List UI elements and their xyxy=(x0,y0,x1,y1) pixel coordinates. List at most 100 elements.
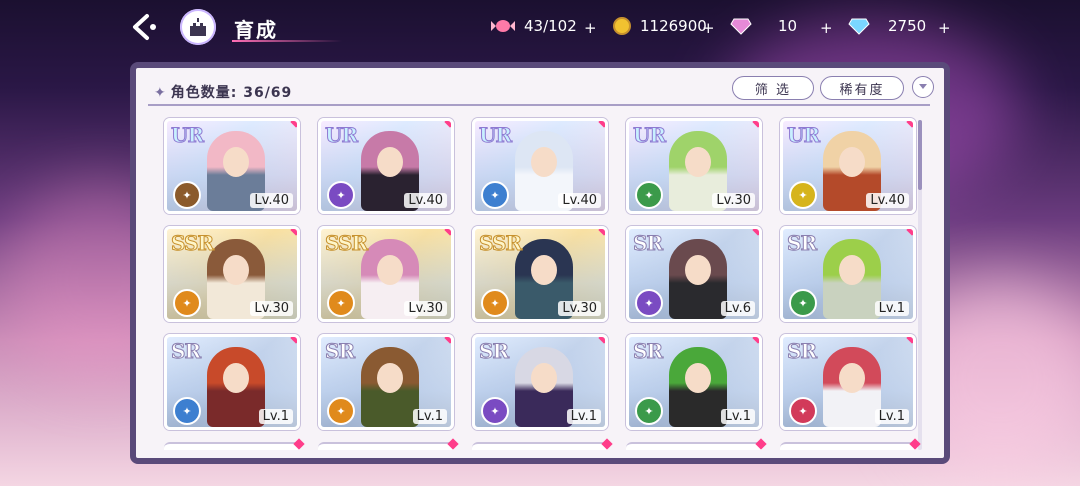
rarity-badge: SR xyxy=(324,339,355,364)
level-label: Lv.6 xyxy=(720,301,755,316)
character-face xyxy=(377,147,403,177)
resource-gold: 1126900 xyxy=(612,14,707,38)
character-card[interactable]: SR ✦ Lv.1 xyxy=(780,226,916,322)
filter-button[interactable]: 筛 选 xyxy=(732,76,814,100)
rarity-badge: SR xyxy=(786,339,817,364)
attribute-icon: ✦ xyxy=(635,181,663,209)
candy-add-button[interactable]: + xyxy=(584,16,597,40)
character-card[interactable]: UR ✦ Lv.40 xyxy=(318,118,454,214)
character-card-partial[interactable] xyxy=(626,438,767,450)
character-card-partial[interactable] xyxy=(318,438,459,450)
pink-diamond-icon xyxy=(730,18,752,35)
title-underline xyxy=(232,40,342,42)
blue-diamond-icon xyxy=(848,18,870,35)
rarity-badge: SSR xyxy=(170,231,214,256)
level-label: Lv.30 xyxy=(712,193,755,208)
character-card[interactable]: SR ✦ Lv.1 xyxy=(318,334,454,430)
level-label: Lv.30 xyxy=(404,301,447,316)
character-card[interactable]: SSR ✦ Lv.30 xyxy=(164,226,300,322)
attribute-icon: ✦ xyxy=(173,181,201,209)
character-card[interactable]: SR ✦ Lv.1 xyxy=(164,334,300,430)
character-card-partial[interactable] xyxy=(164,438,305,450)
pink-gem-marker-icon xyxy=(755,438,767,450)
pink-diamond-add-button[interactable]: + xyxy=(820,16,833,40)
candy-value: 43/102 xyxy=(524,17,577,35)
level-label: Lv.1 xyxy=(412,409,447,424)
character-count-label: ✦ 角色数量: 36/69 xyxy=(154,82,292,102)
attribute-icon: ✦ xyxy=(789,181,817,209)
rarity-badge: SSR xyxy=(324,231,368,256)
sort-order-button[interactable] xyxy=(912,76,934,98)
panel-header: ✦ 角色数量: 36/69 筛 选 稀有度 xyxy=(136,68,944,108)
rarity-badge: SR xyxy=(170,339,201,364)
character-card[interactable]: UR ✦ Lv.30 xyxy=(626,118,762,214)
rarity-sort-button[interactable]: 稀有度 xyxy=(820,76,904,100)
sparkle-icon: ✦ xyxy=(154,85,167,101)
level-label: Lv.40 xyxy=(250,193,293,208)
gold-add-button[interactable]: + xyxy=(702,16,715,40)
character-face xyxy=(839,255,865,285)
attribute-icon: ✦ xyxy=(481,181,509,209)
character-card[interactable]: UR ✦ Lv.40 xyxy=(164,118,300,214)
rarity-badge: UR xyxy=(632,123,666,148)
level-label: Lv.40 xyxy=(558,193,601,208)
level-label: Lv.40 xyxy=(866,193,909,208)
character-card[interactable]: SR ✦ Lv.1 xyxy=(780,334,916,430)
character-card[interactable]: SR ✦ Lv.1 xyxy=(472,334,608,430)
page-title: 育成 xyxy=(234,18,278,42)
pink-gem-marker-icon xyxy=(601,438,613,450)
character-card[interactable]: SSR ✦ Lv.30 xyxy=(318,226,454,322)
character-card-partial[interactable] xyxy=(472,438,613,450)
scroll-thumb[interactable] xyxy=(918,120,922,190)
pink-gem-marker-icon xyxy=(293,438,305,450)
home-button[interactable] xyxy=(180,9,216,45)
scrollbar[interactable] xyxy=(918,120,922,450)
character-card-partial[interactable] xyxy=(780,438,921,450)
level-label: Lv.1 xyxy=(566,409,601,424)
level-label: Lv.1 xyxy=(874,409,909,424)
level-label: Lv.40 xyxy=(404,193,447,208)
attribute-icon: ✦ xyxy=(635,397,663,425)
back-button[interactable] xyxy=(124,10,164,44)
character-face xyxy=(685,255,711,285)
chevron-down-icon xyxy=(919,84,927,89)
rarity-badge: UR xyxy=(786,123,820,148)
attribute-icon: ✦ xyxy=(481,397,509,425)
rarity-badge: UR xyxy=(478,123,512,148)
rarity-badge: SR xyxy=(478,339,509,364)
rarity-badge: SR xyxy=(786,231,817,256)
character-face xyxy=(685,363,711,393)
rarity-badge: SR xyxy=(632,339,663,364)
character-face xyxy=(377,363,403,393)
character-card[interactable]: SR ✦ Lv.1 xyxy=(626,334,762,430)
resource-blue-diamond: 2750 xyxy=(848,14,926,38)
resource-candy: 43/102 xyxy=(490,14,577,38)
character-card[interactable]: UR ✦ Lv.40 xyxy=(780,118,916,214)
character-face xyxy=(531,255,557,285)
attribute-icon: ✦ xyxy=(481,289,509,317)
level-label: Lv.1 xyxy=(874,301,909,316)
gold-coin-icon xyxy=(613,17,631,35)
level-label: Lv.1 xyxy=(720,409,755,424)
character-count: 角色数量: 36/69 xyxy=(170,85,293,101)
top-bar: 育成 43/102 + 1126900 + 10 + 2750 + xyxy=(0,0,1080,56)
attribute-icon: ✦ xyxy=(635,289,663,317)
castle-icon xyxy=(190,18,206,36)
attribute-icon: ✦ xyxy=(789,289,817,317)
character-face xyxy=(377,255,403,285)
level-label: Lv.30 xyxy=(558,301,601,316)
blue-diamond-value: 2750 xyxy=(888,17,927,35)
character-card[interactable]: UR ✦ Lv.40 xyxy=(472,118,608,214)
blue-diamond-add-button[interactable]: + xyxy=(938,16,951,40)
rarity-badge: SR xyxy=(632,231,663,256)
character-panel: ✦ 角色数量: 36/69 筛 选 稀有度 UR ✦ Lv.40 UR ✦ Lv.40 UR ✦… xyxy=(130,62,950,464)
character-card[interactable]: SSR ✦ Lv.30 xyxy=(472,226,608,322)
rarity-badge: UR xyxy=(170,123,204,148)
character-card[interactable]: SR ✦ Lv.6 xyxy=(626,226,762,322)
attribute-icon: ✦ xyxy=(789,397,817,425)
attribute-icon: ✦ xyxy=(327,181,355,209)
candy-icon xyxy=(491,20,515,32)
attribute-icon: ✦ xyxy=(173,397,201,425)
rarity-badge: SSR xyxy=(478,231,522,256)
character-face xyxy=(531,147,557,177)
